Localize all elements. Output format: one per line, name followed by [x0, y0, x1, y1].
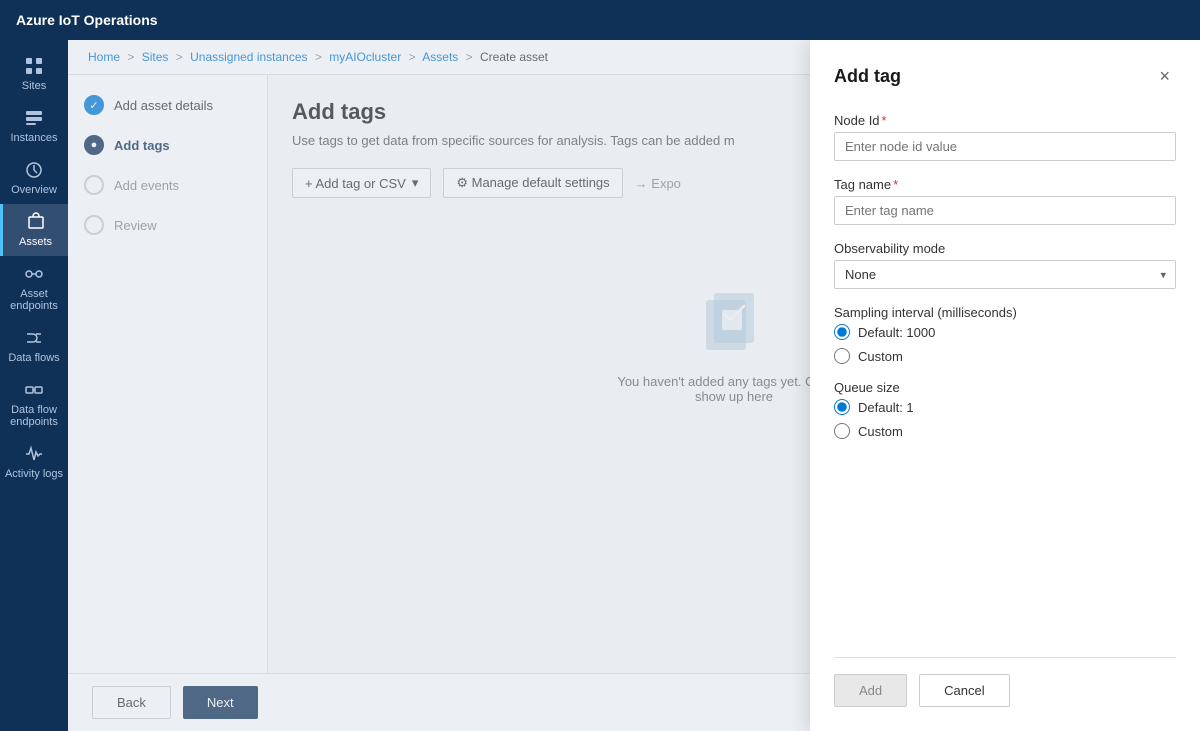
close-panel-button[interactable]: ×: [1153, 64, 1176, 89]
content-area: Home > Sites > Unassigned instances > my…: [68, 40, 1200, 731]
sampling-default-option[interactable]: Default: 1000: [834, 324, 1176, 340]
observability-mode-group: Observability mode None Gauge Counter Hi…: [834, 241, 1176, 289]
tag-name-input[interactable]: [834, 196, 1176, 225]
sidebar-item-data-flows[interactable]: Data flows: [0, 320, 68, 372]
tag-name-required: *: [893, 177, 898, 192]
node-id-required: *: [882, 113, 887, 128]
instances-icon: [24, 108, 44, 128]
node-id-label: Node Id*: [834, 113, 1176, 128]
queue-custom-label: Custom: [858, 424, 903, 439]
endpoints-icon: [24, 264, 44, 284]
queue-custom-radio[interactable]: [834, 423, 850, 439]
sampling-default-radio[interactable]: [834, 324, 850, 340]
dataflows-icon: [24, 328, 44, 348]
sampling-interval-radio-group: Default: 1000 Custom: [834, 324, 1176, 364]
sidebar-label-activity-logs: Activity logs: [5, 468, 63, 480]
sidebar-item-assets[interactable]: Assets: [0, 204, 68, 256]
observability-mode-select-wrapper: None Gauge Counter Histogram Log ▾: [834, 260, 1176, 289]
panel-header: Add tag ×: [834, 64, 1176, 89]
overview-icon: [24, 160, 44, 180]
sampling-custom-label: Custom: [858, 349, 903, 364]
queue-size-group: Queue size Default: 1 Custom: [834, 380, 1176, 439]
sidebar-label-asset-endpoints: Asset endpoints: [4, 288, 64, 312]
sidebar-item-sites[interactable]: Sites: [0, 48, 68, 100]
node-id-group: Node Id*: [834, 113, 1176, 161]
activity-icon: [24, 444, 44, 464]
tag-name-label: Tag name*: [834, 177, 1176, 192]
sidebar-label-overview: Overview: [11, 184, 57, 196]
grid-icon: [24, 56, 44, 76]
node-id-input[interactable]: [834, 132, 1176, 161]
sampling-custom-radio[interactable]: [834, 348, 850, 364]
add-button[interactable]: Add: [834, 674, 907, 707]
queue-default-radio[interactable]: [834, 399, 850, 415]
df-endpoints-icon: [24, 380, 44, 400]
sidebar-label-assets: Assets: [19, 236, 52, 248]
assets-icon: [26, 212, 46, 232]
sidebar-label-sites: Sites: [22, 80, 46, 92]
sampling-interval-label: Sampling interval (milliseconds): [834, 305, 1176, 320]
queue-custom-option[interactable]: Custom: [834, 423, 1176, 439]
sidebar-item-overview[interactable]: Overview: [0, 152, 68, 204]
sidebar-label-instances: Instances: [10, 132, 57, 144]
sidebar-label-data-flows: Data flows: [8, 352, 59, 364]
panel-footer: Add Cancel: [834, 657, 1176, 707]
sidebar: Sites Instances Overview: [0, 40, 68, 731]
cancel-button[interactable]: Cancel: [919, 674, 1009, 707]
observability-mode-select[interactable]: None Gauge Counter Histogram Log: [834, 260, 1176, 289]
sidebar-item-instances[interactable]: Instances: [0, 100, 68, 152]
panel-title: Add tag: [834, 66, 901, 87]
add-tag-panel: Add tag × Node Id* Tag name* Observabili…: [810, 40, 1200, 731]
app-title: Azure IoT Operations: [16, 12, 158, 28]
observability-mode-label: Observability mode: [834, 241, 1176, 256]
sampling-interval-group: Sampling interval (milliseconds) Default…: [834, 305, 1176, 364]
queue-size-label: Queue size: [834, 380, 1176, 395]
queue-size-radio-group: Default: 1 Custom: [834, 399, 1176, 439]
queue-default-label: Default: 1: [858, 400, 914, 415]
sidebar-item-asset-endpoints[interactable]: Asset endpoints: [0, 256, 68, 320]
sidebar-label-data-flow-endpoints: Data flow endpoints: [4, 404, 64, 428]
sampling-default-label: Default: 1000: [858, 325, 935, 340]
tag-name-group: Tag name*: [834, 177, 1176, 225]
sampling-custom-option[interactable]: Custom: [834, 348, 1176, 364]
queue-default-option[interactable]: Default: 1: [834, 399, 1176, 415]
sidebar-item-data-flow-endpoints[interactable]: Data flow endpoints: [0, 372, 68, 436]
sidebar-item-activity-logs[interactable]: Activity logs: [0, 436, 68, 488]
